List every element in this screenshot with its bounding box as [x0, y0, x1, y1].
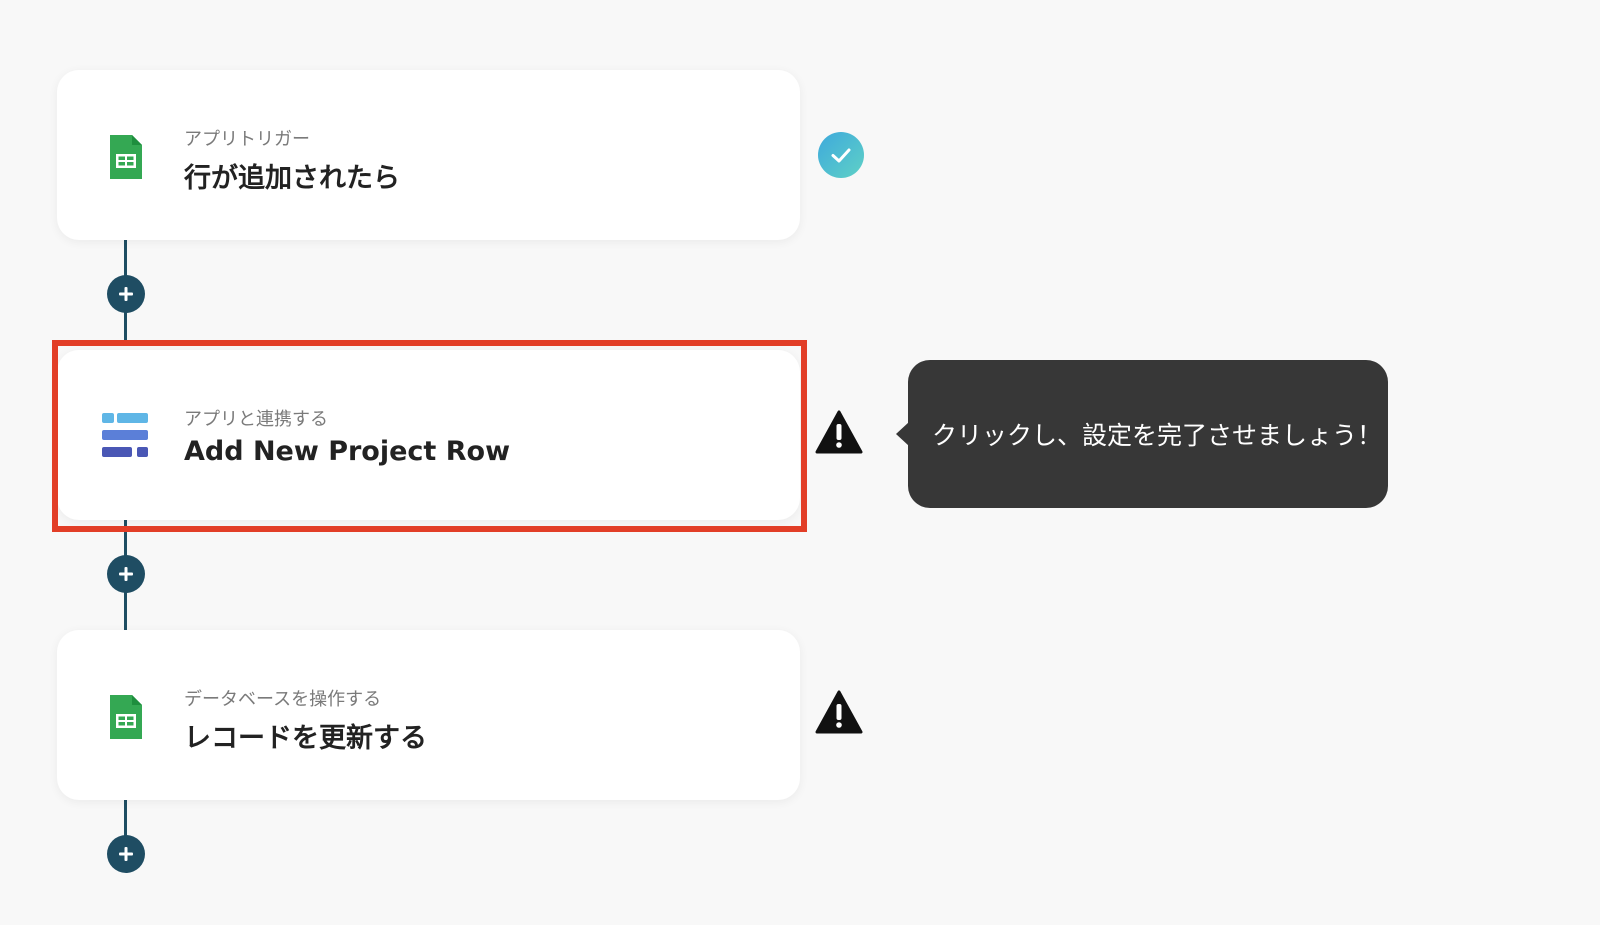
- warning-status: [815, 688, 863, 736]
- warning-icon: [815, 410, 863, 454]
- step-title: Add New Project Row: [184, 436, 511, 467]
- tooltip-arrow: [896, 422, 909, 446]
- setup-tooltip: クリックし、設定を完了させましょう！: [896, 360, 1388, 508]
- plus-icon: [119, 567, 133, 581]
- google-sheets-icon: [101, 692, 151, 742]
- step-subtitle: アプリと連携する: [184, 409, 328, 430]
- step-subtitle: アプリトリガー: [184, 129, 310, 150]
- plus-icon: [119, 847, 133, 861]
- step-title: レコードを更新する: [184, 723, 427, 754]
- step-card-database[interactable]: データベースを操作する レコードを更新する: [57, 630, 800, 800]
- step-title: 行が追加されたら: [184, 163, 400, 194]
- plus-icon: [119, 287, 133, 301]
- add-step-button[interactable]: [107, 555, 145, 593]
- warning-status: [815, 408, 863, 456]
- add-step-button[interactable]: [107, 835, 145, 873]
- workflow-canvas: アプリトリガー 行が追加されたら アプリと連携する Add New Projec…: [0, 0, 1600, 925]
- tooltip-text: クリックし、設定を完了させましょう！: [932, 421, 1383, 450]
- check-icon: [818, 132, 864, 178]
- step-card-trigger[interactable]: アプリトリガー 行が追加されたら: [57, 70, 800, 240]
- google-sheets-icon: [101, 132, 151, 182]
- database-app-icon: [101, 412, 151, 462]
- warning-icon: [815, 690, 863, 734]
- step-subtitle: データベースを操作する: [184, 689, 382, 710]
- add-step-button[interactable]: [107, 275, 145, 313]
- complete-status: [817, 131, 865, 179]
- step-card-app-action[interactable]: アプリと連携する Add New Project Row: [57, 350, 800, 520]
